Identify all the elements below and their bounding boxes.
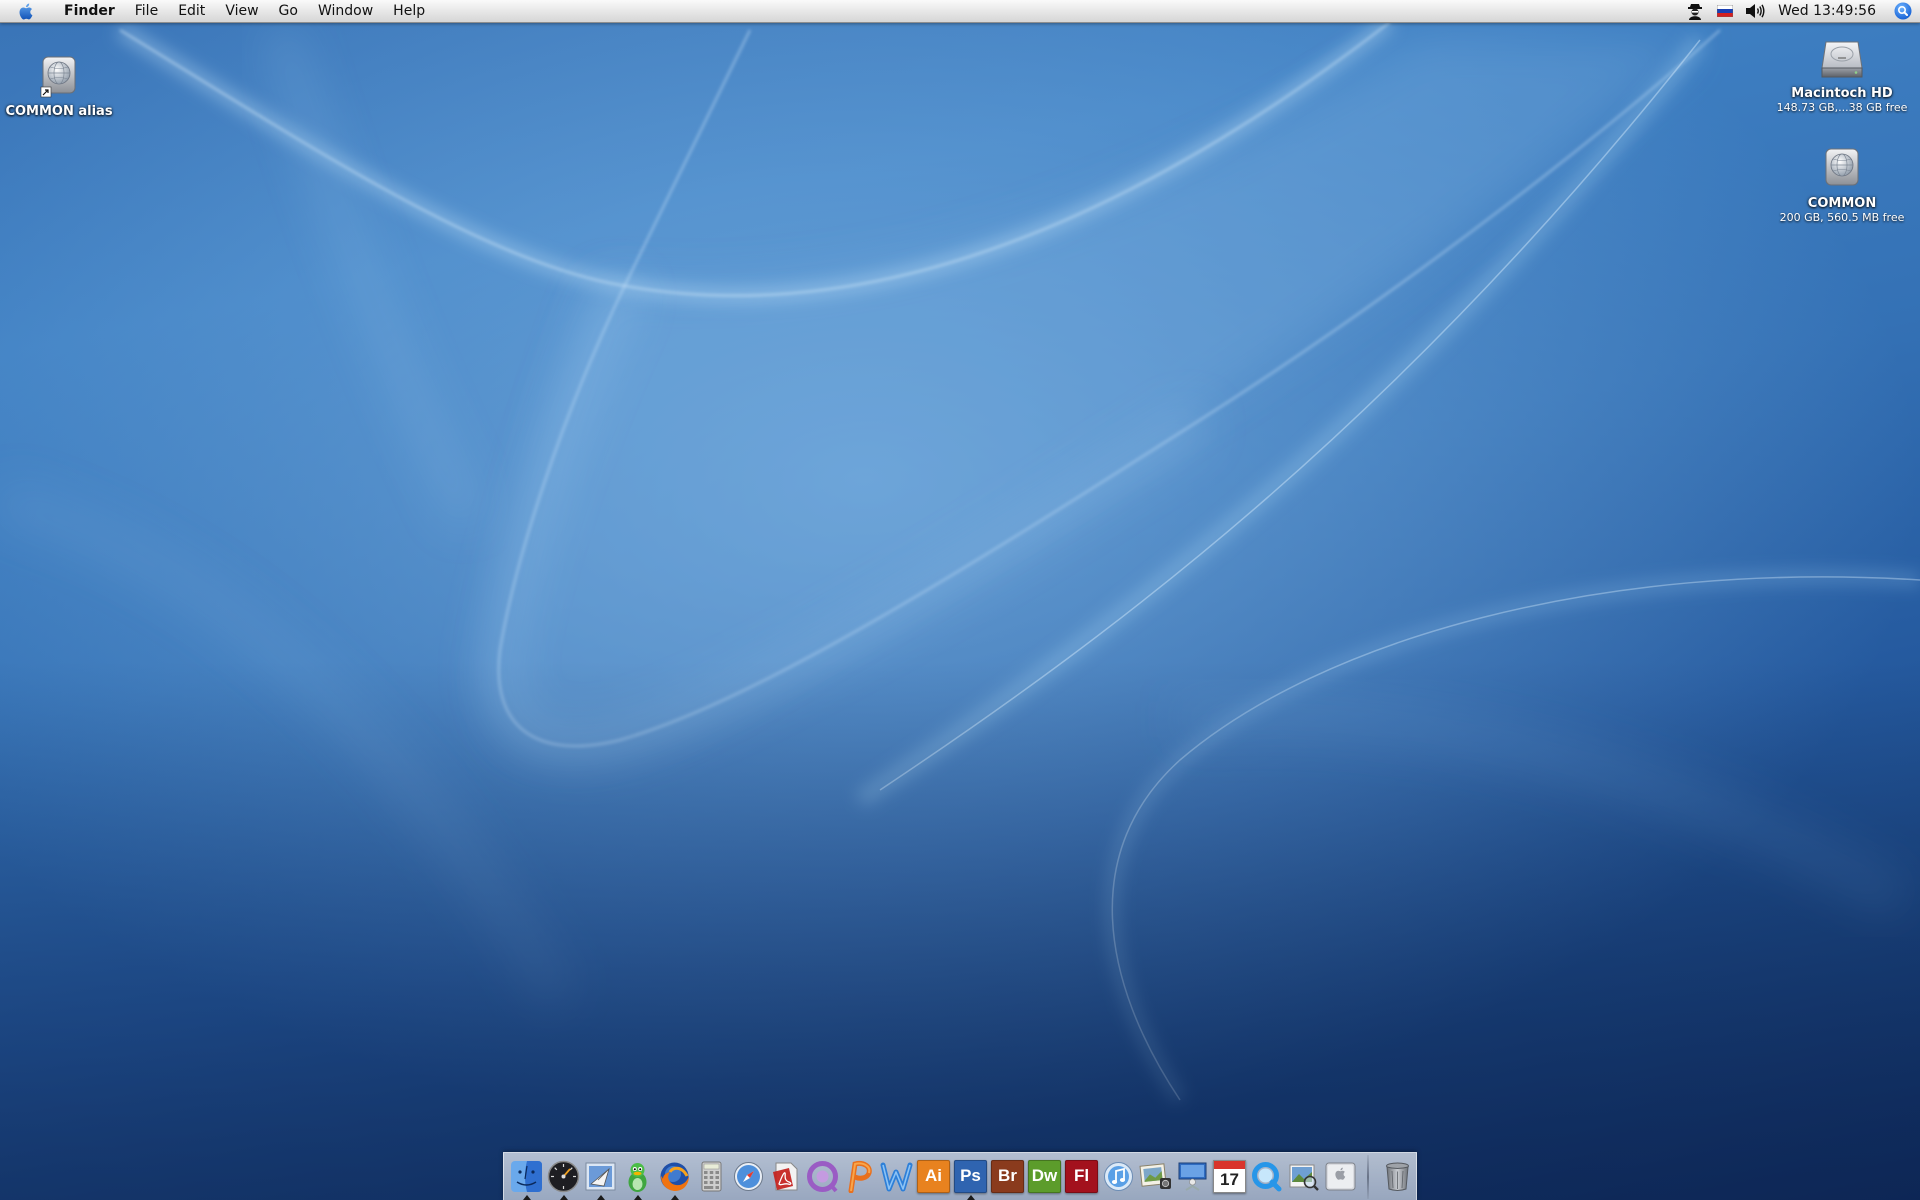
acrobat-icon	[769, 1160, 802, 1193]
desktop-icon-label: COMMON	[1807, 196, 1877, 211]
network-volume-icon	[1816, 142, 1868, 194]
keynote-icon	[1176, 1160, 1209, 1193]
dock-item-bridge[interactable]: Br	[989, 1154, 1026, 1200]
menu-edit[interactable]: Edit	[168, 0, 215, 22]
dock-item-system-preferences[interactable]	[1322, 1154, 1359, 1200]
desktop-icon-label: COMMON alias	[5, 104, 113, 119]
desktop-icon-info: 200 GB, 560.5 MB free	[1779, 211, 1905, 224]
desktop-icon-label: Macintoch HD	[1791, 86, 1893, 101]
dock-item-word[interactable]	[878, 1154, 915, 1200]
menu-view[interactable]: View	[215, 0, 268, 22]
dock-separator	[1367, 1154, 1369, 1199]
desktop-icon-common[interactable]: COMMON 200 GB, 560.5 MB free	[1767, 142, 1917, 224]
dock-item-preview[interactable]	[1285, 1154, 1322, 1200]
dock-item-trash[interactable]	[1379, 1154, 1416, 1200]
dreamweaver-icon: Dw	[1028, 1159, 1061, 1193]
desktop-icon-info: 148.73 GB,...38 GB free	[1776, 101, 1908, 114]
firefox-icon	[658, 1160, 691, 1193]
dock-item-itunes[interactable]	[1100, 1154, 1137, 1200]
photoshop-icon: Ps	[954, 1159, 987, 1193]
desktop[interactable]: Finder File Edit View Go Window Help Wed…	[0, 0, 1920, 1200]
dock-item-finder[interactable]	[508, 1154, 545, 1200]
desktop-icon-macintoch-hd[interactable]: Macintoch HD 148.73 GB,...38 GB free	[1767, 32, 1917, 114]
menu-bar: Finder File Edit View Go Window Help Wed…	[0, 0, 1920, 23]
dock-item-adium[interactable]	[619, 1154, 656, 1200]
hard-drive-icon	[1816, 32, 1868, 84]
dock-item-photoshop[interactable]: Ps	[952, 1154, 989, 1200]
adium-duck-icon	[621, 1160, 654, 1193]
ical-date: 17	[1220, 1170, 1239, 1189]
word-icon	[880, 1160, 913, 1193]
menu-app-finder[interactable]: Finder	[54, 0, 125, 22]
menu-go[interactable]: Go	[269, 0, 308, 22]
calculator-icon	[695, 1160, 728, 1193]
dock-item-acrobat[interactable]	[767, 1154, 804, 1200]
system-preferences-icon	[1324, 1160, 1357, 1193]
menu-clock[interactable]: Wed 13:49:56	[1770, 0, 1886, 22]
dock-item-quicktime[interactable]	[1248, 1154, 1285, 1200]
ical-icon: 17	[1213, 1159, 1246, 1193]
dock-item-ical[interactable]: 17	[1211, 1154, 1248, 1200]
itunes-icon	[1102, 1160, 1135, 1193]
dock-item-dreamweaver[interactable]: Dw	[1026, 1154, 1063, 1200]
dock-item-keynote[interactable]	[1174, 1154, 1211, 1200]
running-indicator	[670, 1194, 679, 1200]
trash-icon	[1381, 1160, 1414, 1193]
omniweb-icon	[806, 1160, 839, 1193]
dock-item-mail[interactable]	[582, 1154, 619, 1200]
dock-item-dashboard[interactable]	[545, 1154, 582, 1200]
russian-flag-icon[interactable]	[1710, 0, 1740, 22]
menu-window[interactable]: Window	[308, 0, 383, 22]
aurora-wallpaper	[0, 0, 1920, 1200]
volume-icon[interactable]	[1740, 0, 1770, 22]
network-volume-alias-icon	[33, 50, 85, 102]
dock: Ai Ps Br Dw Fl 17	[503, 1152, 1417, 1200]
flash-icon: Fl	[1065, 1159, 1098, 1193]
apple-menu[interactable]	[0, 0, 54, 22]
menu-help[interactable]: Help	[383, 0, 435, 22]
apple-logo-icon	[19, 3, 33, 19]
illustrator-icon: Ai	[917, 1159, 950, 1193]
safari-icon	[732, 1160, 765, 1193]
dock-item-safari[interactable]	[730, 1154, 767, 1200]
powerpoint-icon	[843, 1160, 876, 1193]
dock-item-calculator[interactable]	[693, 1154, 730, 1200]
menu-bar-right: Wed 13:49:56	[1680, 0, 1920, 22]
spy-agent-icon[interactable]	[1680, 0, 1710, 22]
running-indicator	[596, 1194, 605, 1200]
dock-item-flash[interactable]: Fl	[1063, 1154, 1100, 1200]
quicktime-icon	[1250, 1160, 1283, 1193]
ical-header	[1214, 1161, 1245, 1169]
running-indicator	[522, 1194, 531, 1200]
bridge-icon: Br	[991, 1159, 1024, 1193]
dock-item-iphoto[interactable]	[1137, 1154, 1174, 1200]
preview-icon	[1287, 1160, 1320, 1193]
running-indicator	[633, 1194, 642, 1200]
running-indicator	[559, 1194, 568, 1200]
desktop-icon-common-alias[interactable]: COMMON alias	[0, 50, 134, 119]
running-indicator	[966, 1194, 975, 1200]
spotlight-button[interactable]	[1886, 0, 1920, 22]
menu-file[interactable]: File	[125, 0, 168, 22]
mail-icon	[584, 1160, 617, 1193]
menu-bar-left: Finder File Edit View Go Window Help	[0, 0, 435, 22]
spotlight-search-icon	[1894, 2, 1912, 20]
iphoto-icon	[1139, 1160, 1172, 1193]
dock-item-omniweb[interactable]	[804, 1154, 841, 1200]
dashboard-icon	[547, 1160, 580, 1193]
dock-item-powerpoint[interactable]	[841, 1154, 878, 1200]
dock-item-firefox[interactable]	[656, 1154, 693, 1200]
dock-item-illustrator[interactable]: Ai	[915, 1154, 952, 1200]
finder-icon	[510, 1160, 543, 1193]
